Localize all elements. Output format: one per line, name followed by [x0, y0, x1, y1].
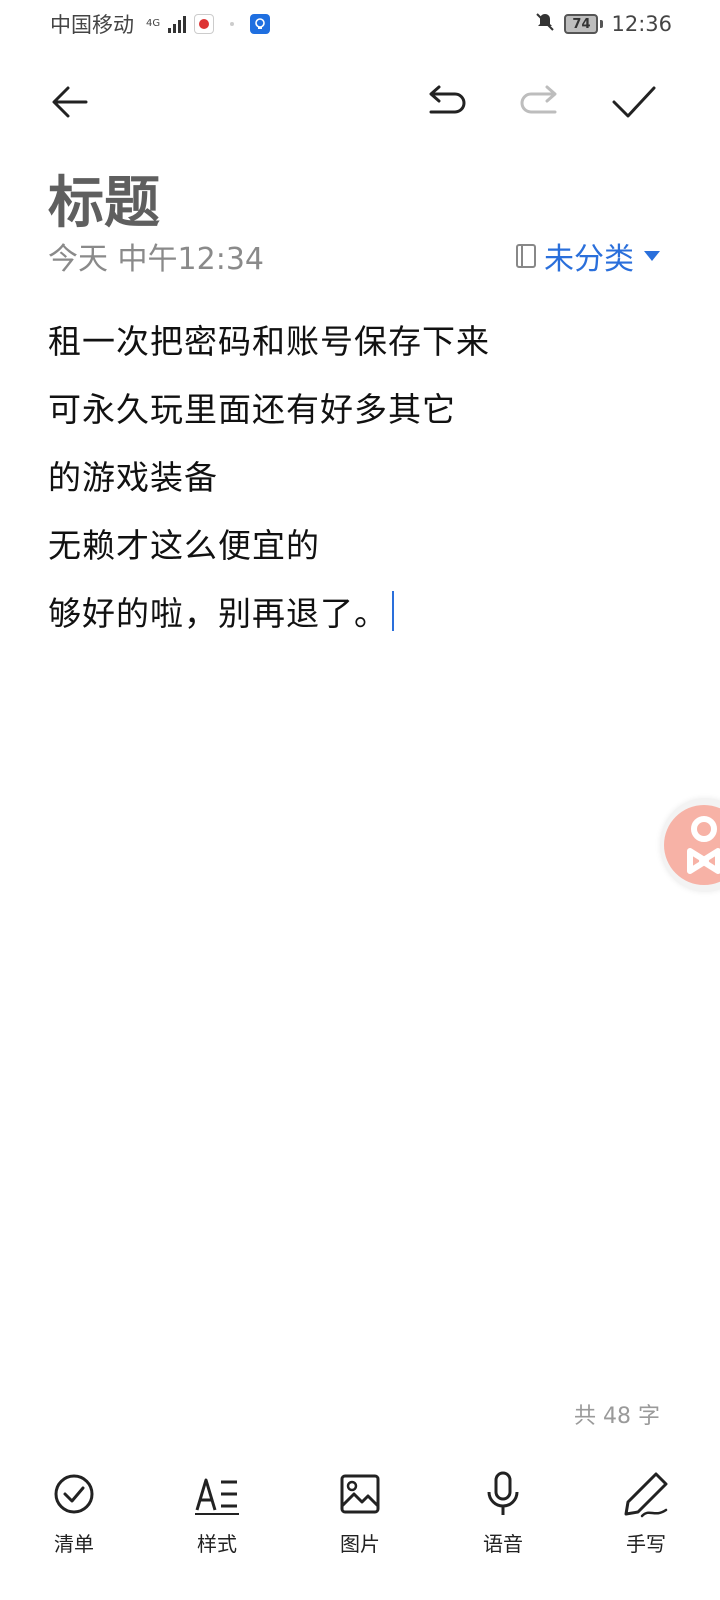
dropdown-triangle-icon [644, 251, 660, 261]
muted-bell-icon [534, 11, 556, 38]
style-label: 样式 [197, 1532, 237, 1556]
checklist-icon [50, 1470, 98, 1518]
voice-label: 语音 [483, 1532, 523, 1556]
text-cursor [392, 591, 394, 631]
carrier-label: 中国移动 [50, 13, 134, 37]
clock: 12:36 [611, 12, 672, 36]
handwriting-button[interactable]: 手写 [598, 1470, 694, 1580]
note-line-last: 够好的啦，别再退了。 [48, 577, 668, 645]
battery-level: 74 [564, 14, 599, 34]
pen-icon [622, 1470, 670, 1518]
notification-dot-icon [222, 14, 242, 34]
status-bar: 中国移动 4G 74 12:36 [0, 0, 720, 48]
word-count: 共 48 字 [574, 1404, 660, 1429]
checklist-button[interactable]: 清单 [26, 1470, 122, 1580]
note-line: 可永久玩里面还有好多其它 [48, 390, 456, 429]
image-icon [336, 1470, 384, 1518]
back-arrow-icon [52, 86, 88, 118]
note-line: 无赖才这么便宜的 [48, 526, 320, 565]
note-body[interactable]: 租一次把密码和账号保存下来 可永久玩里面还有好多其它 的游戏装备 无赖才这么便宜… [48, 305, 668, 645]
style-button[interactable]: 样式 [169, 1470, 265, 1580]
signal-icon [168, 15, 187, 33]
check-icon [612, 86, 656, 118]
redo-icon [520, 85, 557, 114]
video-recorder-icon [664, 805, 720, 885]
notebook-icon [516, 244, 536, 268]
image-label: 图片 [340, 1532, 380, 1556]
note-line: 的游戏装备 [48, 458, 218, 497]
text-style-icon [193, 1470, 241, 1518]
note-line: 够好的啦，别再退了。 [48, 594, 388, 633]
handwriting-label: 手写 [626, 1532, 666, 1556]
lightbulb-app-icon [250, 14, 271, 34]
status-left: 中国移动 4G [50, 9, 271, 39]
category-selector[interactable]: 未分类 [514, 234, 660, 278]
redo-button[interactable] [516, 78, 564, 126]
network-type: 4G [146, 18, 161, 29]
done-button[interactable] [610, 78, 658, 126]
note-timestamp: 今天 中午12:34 [48, 242, 264, 277]
voice-button[interactable]: 语音 [455, 1470, 551, 1580]
editor-toolbar [0, 70, 720, 134]
notification-app-icon [194, 14, 215, 34]
microphone-icon [479, 1470, 527, 1518]
floating-assistant-button[interactable] [660, 798, 720, 892]
image-button[interactable]: 图片 [312, 1470, 408, 1580]
note-line: 租一次把密码和账号保存下来 [48, 322, 490, 361]
bottom-toolbar: 清单 样式 图片 语音 手写 [0, 1470, 720, 1580]
battery-icon: 74 [564, 14, 604, 34]
note-title[interactable]: 标题 [48, 158, 160, 239]
undo-icon [429, 85, 466, 114]
category-label: 未分类 [544, 242, 634, 277]
note-meta: 今天 中午12:34 未分类 [48, 234, 660, 278]
back-button[interactable] [46, 78, 94, 126]
status-right: 74 12:36 [534, 11, 672, 38]
undo-button[interactable] [422, 78, 470, 126]
checklist-label: 清单 [54, 1532, 94, 1556]
